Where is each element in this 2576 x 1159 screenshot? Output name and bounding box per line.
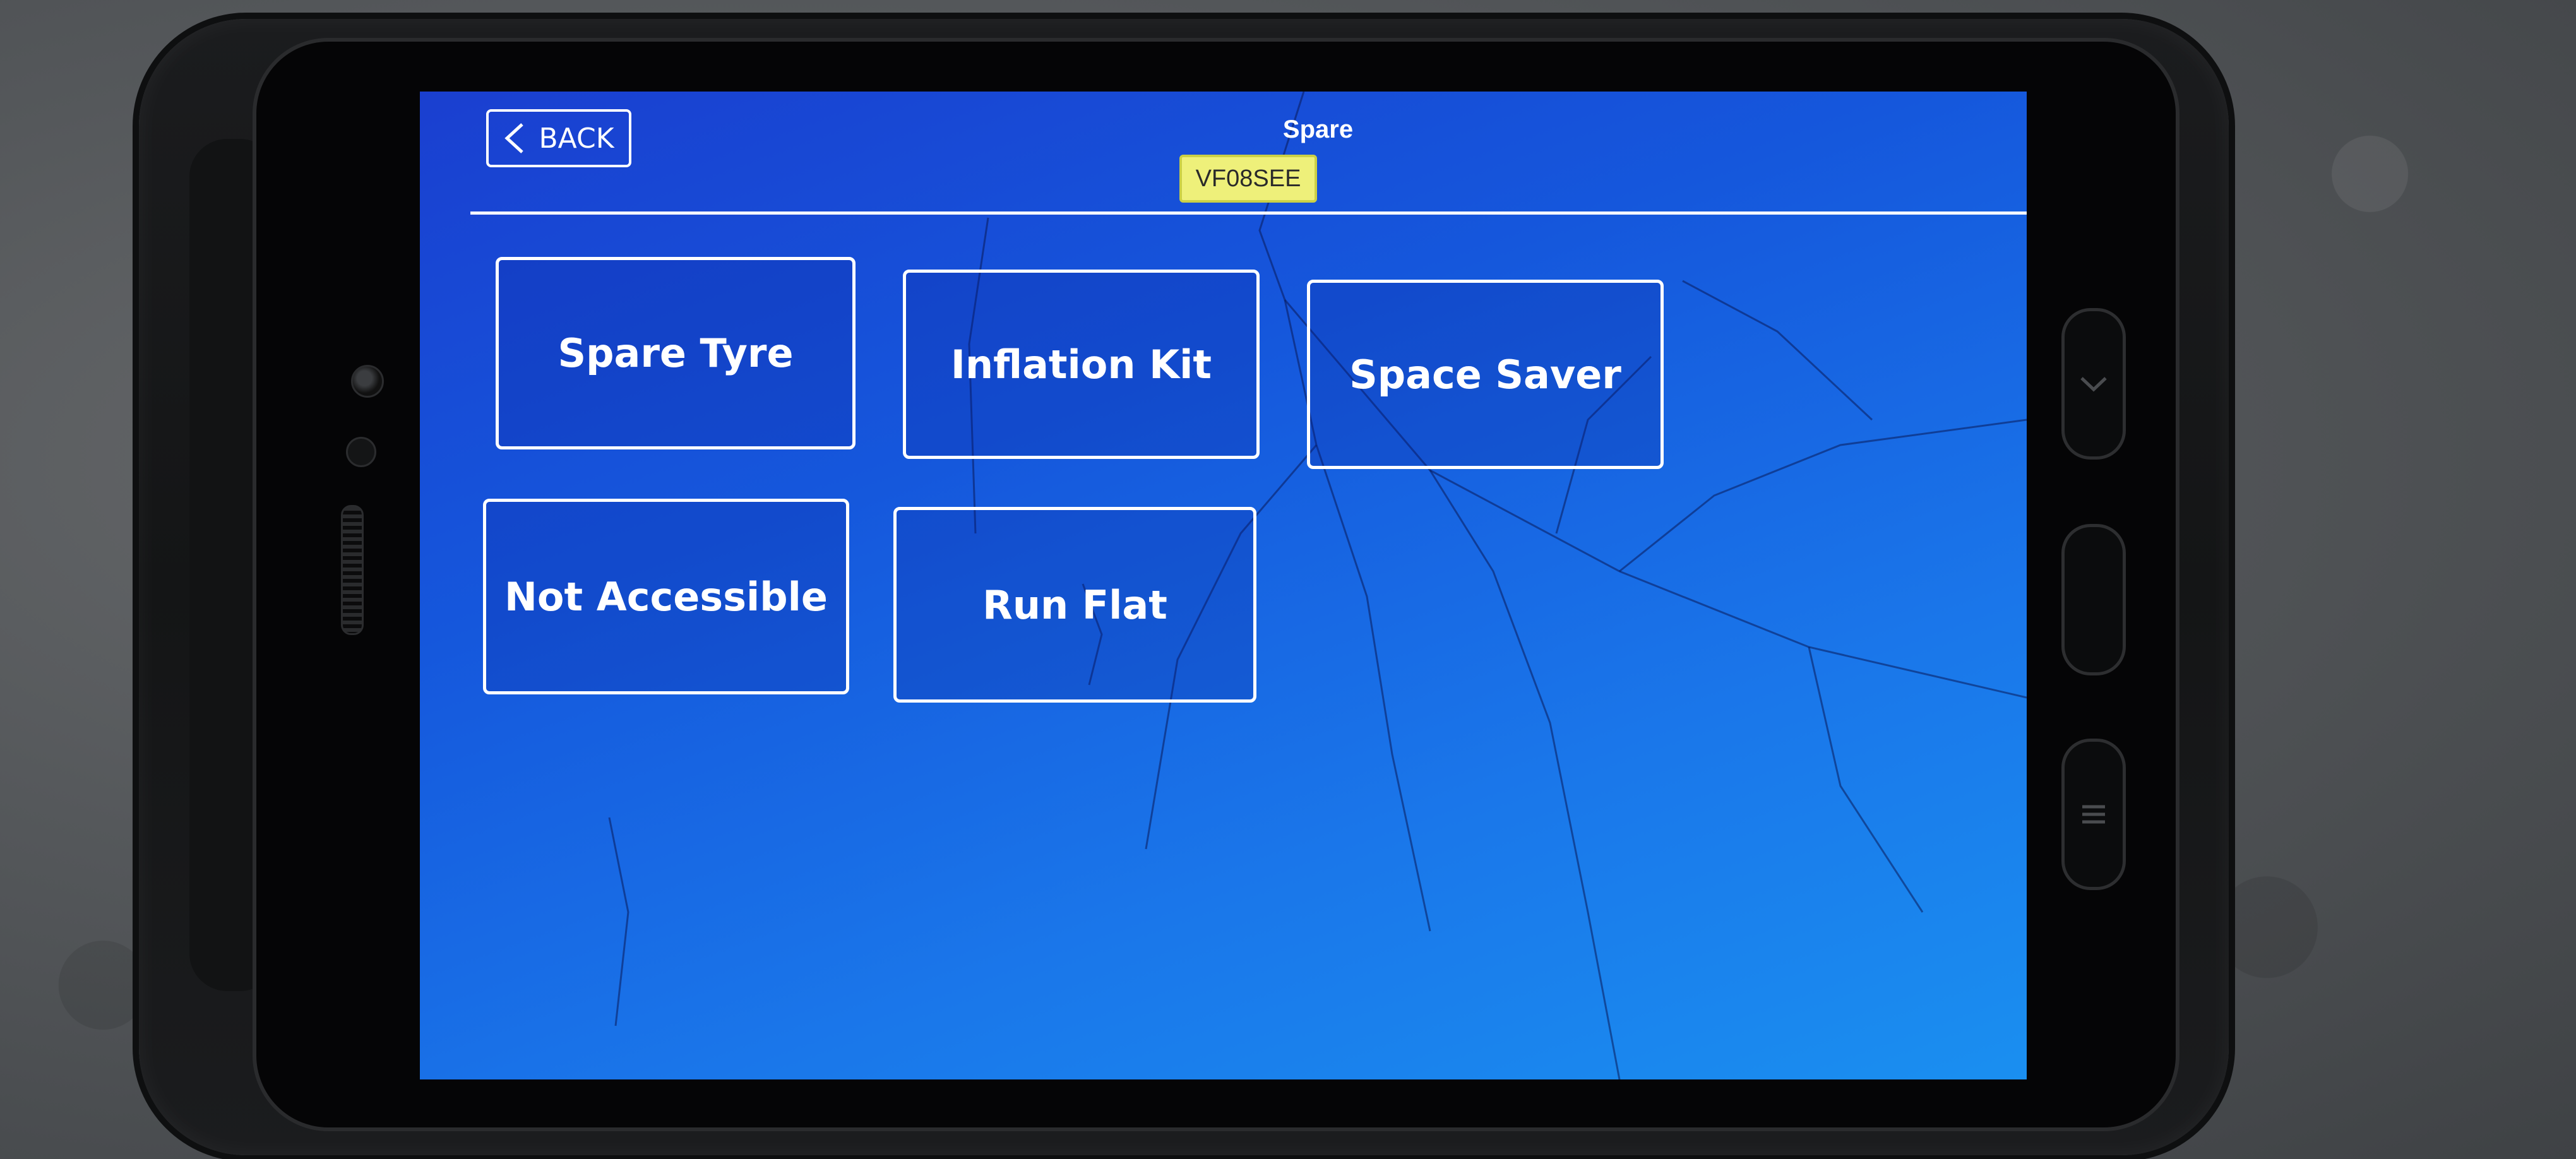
- front-camera: [351, 365, 384, 398]
- option-run-flat-button[interactable]: Run Flat: [893, 507, 1256, 703]
- hardware-home-key[interactable]: [2061, 524, 2126, 675]
- spare-options-grid: Spare Tyre Inflation Kit Space Saver Not…: [420, 92, 2027, 1079]
- hardware-back-key[interactable]: [2061, 308, 2126, 460]
- proximity-sensor: [346, 437, 376, 467]
- hardware-menu-key[interactable]: [2061, 739, 2126, 890]
- menu-lines-icon: [2082, 805, 2105, 824]
- tablet-screen: BACK Spare VF08SEE Spare Tyre Inflation …: [420, 92, 2027, 1079]
- chevron-down-icon: [2080, 377, 2107, 392]
- option-space-saver-button[interactable]: Space Saver: [1307, 280, 1664, 469]
- option-spare-tyre-button[interactable]: Spare Tyre: [496, 257, 856, 449]
- earpiece-speaker: [341, 505, 364, 635]
- option-not-accessible-button[interactable]: Not Accessible: [483, 499, 849, 694]
- option-inflation-kit-button[interactable]: Inflation Kit: [903, 270, 1260, 459]
